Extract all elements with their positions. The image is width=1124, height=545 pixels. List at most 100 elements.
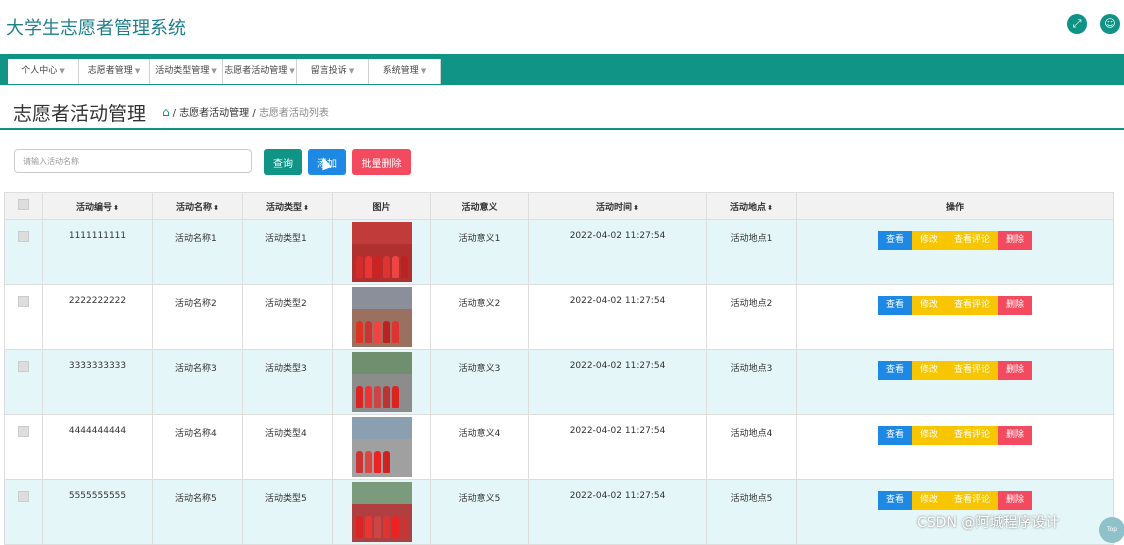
cell-image [332,284,431,350]
query-button[interactable]: 查询 [264,149,302,175]
header-activity-name[interactable]: 活动名称⬍ [152,192,243,220]
cell-activity-place: 活动地点1 [706,219,797,285]
edit-button[interactable]: 修改 [911,491,946,510]
sort-icon[interactable]: ⬍ [113,204,119,212]
activity-photo[interactable] [351,482,412,542]
row-select-cell[interactable] [4,479,43,545]
sort-icon[interactable]: ⬍ [767,204,773,212]
cell-activity-time: 2022-04-02 11:27:54 [528,479,707,545]
fullscreen-icon[interactable]: ⤢ [1067,14,1087,34]
row-checkbox[interactable] [18,426,29,437]
row-select-cell[interactable] [4,284,43,350]
header-activity-time[interactable]: 活动时间⬍ [528,192,707,220]
row-actions: 查看 修改 查看评论 删除 [797,426,1113,445]
cell-activity-type: 活动类型2 [242,284,333,350]
header-actions: 操作 [796,192,1114,220]
delete-button[interactable]: 删除 [998,231,1033,250]
photo-figure [373,386,381,408]
activity-photo[interactable] [351,222,412,282]
cell-activity-time: 2022-04-02 11:27:54 [528,219,707,285]
photo-background [351,352,412,374]
header-activity-id[interactable]: 活动编号⬍ [42,192,153,220]
edit-button[interactable]: 修改 [911,361,946,380]
cell-image [332,219,431,285]
cell-image [332,479,431,545]
view-button[interactable]: 查看 [877,296,912,315]
view-comments-button[interactable]: 查看评论 [946,296,999,315]
table-row[interactable]: 1111111111 活动名称1 活动类型1 活动意义1 2022-04-02 … [4,219,1114,285]
nav-activity-type-management[interactable]: 活动类型管理 ▼ [150,59,223,84]
edit-button[interactable]: 修改 [911,231,946,250]
activity-photo[interactable] [351,352,412,412]
cell-activity-time: 2022-04-02 11:27:54 [528,284,707,350]
photo-figure [382,516,390,538]
nav-personal-center[interactable]: 个人中心 ▼ [8,59,79,84]
select-all-checkbox[interactable] [18,199,29,210]
back-to-top-button[interactable]: Top [1099,517,1124,543]
delete-button[interactable]: 删除 [998,491,1033,510]
cell-image [332,414,431,480]
photo-background [351,222,412,244]
activity-photo[interactable] [351,417,412,477]
batch-delete-button[interactable]: 批量删除 [352,149,411,175]
view-comments-button[interactable]: 查看评论 [946,426,999,445]
select-all-cell[interactable] [4,192,43,220]
sort-icon[interactable]: ⬍ [633,204,639,212]
view-button[interactable]: 查看 [877,231,912,250]
view-comments-button[interactable]: 查看评论 [946,361,999,380]
delete-button[interactable]: 删除 [998,361,1033,380]
photo-figure [373,321,381,343]
table-row[interactable]: 3333333333 活动名称3 活动类型3 活动意义3 2022-04-02 … [4,349,1114,415]
user-icon[interactable]: ☺ [1100,14,1120,34]
row-checkbox[interactable] [18,296,29,307]
row-select-cell[interactable] [4,414,43,480]
row-actions: 查看 修改 查看评论 删除 [797,296,1113,315]
photo-background [351,417,412,439]
view-comments-button[interactable]: 查看评论 [946,491,999,510]
photo-figure [382,386,390,408]
cell-activity-type: 活动类型4 [242,414,333,480]
chevron-down-icon: ▼ [59,67,65,75]
home-icon[interactable]: ⌂ [162,105,170,119]
cell-activity-id: 3333333333 [42,349,153,415]
edit-button[interactable]: 修改 [911,426,946,445]
breadcrumb-parent[interactable]: 志愿者活动管理 [179,108,249,119]
cell-activity-place: 活动地点2 [706,284,797,350]
row-actions: 查看 修改 查看评论 删除 [797,361,1113,380]
header-activity-type[interactable]: 活动类型⬍ [242,192,333,220]
header-activity-place[interactable]: 活动地点⬍ [706,192,797,220]
photo-figure [382,256,390,278]
view-button[interactable]: 查看 [877,491,912,510]
cell-activity-meaning: 活动意义4 [430,414,529,480]
row-select-cell[interactable] [4,349,43,415]
search-input[interactable] [14,149,252,173]
view-button[interactable]: 查看 [877,361,912,380]
cell-activity-meaning: 活动意义1 [430,219,529,285]
sort-icon[interactable]: ⬍ [303,204,309,212]
activity-photo[interactable] [351,287,412,347]
photo-figure [391,516,399,538]
nav-volunteer-management[interactable]: 志愿者管理 ▼ [79,59,150,84]
table-row[interactable]: 2222222222 活动名称2 活动类型2 活动意义2 2022-04-02 … [4,284,1114,350]
photo-figure [355,516,363,538]
app-header: 大学生志愿者管理系统 ⤢ ☺ [0,0,1124,54]
cell-image [332,349,431,415]
photo-figure [373,516,381,538]
chevron-down-icon: ▼ [134,67,141,75]
nav-volunteer-activity-management[interactable]: 志愿者活动管理 ▼ [223,59,297,84]
cell-activity-meaning: 活动意义2 [430,284,529,350]
sort-icon[interactable]: ⬍ [213,204,219,212]
row-checkbox[interactable] [18,491,29,502]
nav-system-management[interactable]: 系统管理 ▼ [369,59,441,84]
nav-message-complaint[interactable]: 留言投诉 ▼ [297,59,369,84]
cell-activity-name: 活动名称5 [152,479,243,545]
delete-button[interactable]: 删除 [998,296,1033,315]
row-checkbox[interactable] [18,231,29,242]
view-button[interactable]: 查看 [877,426,912,445]
delete-button[interactable]: 删除 [998,426,1033,445]
row-select-cell[interactable] [4,219,43,285]
edit-button[interactable]: 修改 [911,296,946,315]
table-row[interactable]: 4444444444 活动名称4 活动类型4 活动意义4 2022-04-02 … [4,414,1114,480]
row-checkbox[interactable] [18,361,29,372]
view-comments-button[interactable]: 查看评论 [946,231,999,250]
